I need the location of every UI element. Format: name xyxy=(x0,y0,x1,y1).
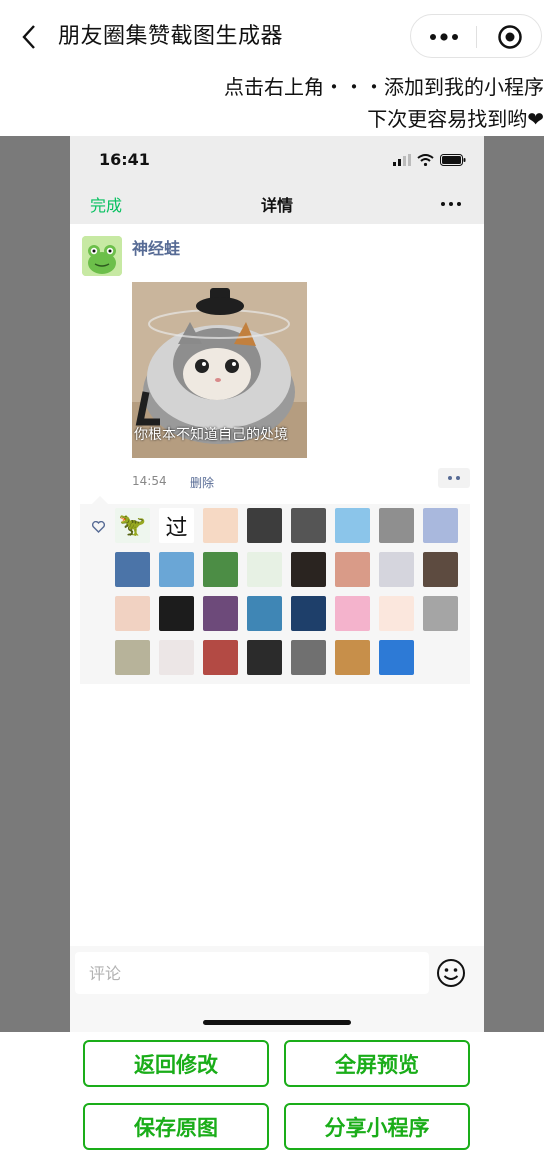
post-username[interactable]: 神经蛙 xyxy=(132,235,180,259)
back-to-edit-button[interactable]: 返回修改 xyxy=(83,1040,269,1087)
avatar-cat-ears[interactable] xyxy=(379,552,414,587)
moments-title: 详情 xyxy=(260,196,293,215)
post-avatar[interactable] xyxy=(82,236,122,276)
post-photo[interactable]: 你根本不知道自己的处境 xyxy=(132,282,307,458)
avatar-sky-photo[interactable] xyxy=(159,552,194,587)
avatar-portrait-dark[interactable] xyxy=(291,552,326,587)
wifi-icon xyxy=(417,154,434,166)
comment-bar xyxy=(70,946,484,1032)
target-close-icon xyxy=(498,25,522,49)
more-dots-icon xyxy=(441,202,461,206)
battery-icon xyxy=(440,154,466,166)
avatar-baby[interactable] xyxy=(115,596,150,631)
tip-line-2: 下次更容易找到哟❤ xyxy=(367,107,544,131)
outer-nav-bar: 朋友圈集赞截图生成器 xyxy=(0,0,544,74)
likes-panel: 🦖 过 xyxy=(80,496,470,684)
chevron-left-icon xyxy=(22,25,35,49)
more-dots-icon xyxy=(429,33,458,41)
avatar-blue-card[interactable] xyxy=(115,552,150,587)
post-action-button[interactable] xyxy=(438,468,470,488)
avatar-hand[interactable] xyxy=(379,596,414,631)
likes-avatar-grid: 🦖 过 xyxy=(115,508,458,675)
avatar-campfire[interactable] xyxy=(159,596,194,631)
avatar-forest[interactable] xyxy=(379,508,414,543)
status-icons xyxy=(393,154,466,166)
fullscreen-preview-button[interactable]: 全屏预览 xyxy=(284,1040,470,1087)
moments-more-button[interactable] xyxy=(436,194,466,214)
avatar-dino[interactable]: 🦖 xyxy=(115,508,150,543)
avatar-dark-figure[interactable] xyxy=(291,508,326,543)
back-button[interactable] xyxy=(12,18,46,56)
avatar-green-text[interactable] xyxy=(247,552,282,587)
avatar-dark-landscape[interactable] xyxy=(247,508,282,543)
avatar-cartoon-girl[interactable] xyxy=(203,508,238,543)
moments-nav-bar: 完成 详情 xyxy=(70,186,484,224)
avatar-crayon[interactable] xyxy=(335,508,370,543)
home-indicator xyxy=(203,1020,351,1025)
more-button[interactable] xyxy=(411,15,476,59)
avatar-curly-hair[interactable] xyxy=(247,640,282,675)
avatar-green[interactable] xyxy=(203,552,238,587)
heart-icon xyxy=(90,519,106,535)
two-dots-icon xyxy=(448,476,460,480)
post-time: 14:54 xyxy=(132,474,167,488)
avatar-guo-text[interactable]: 过 xyxy=(159,508,194,543)
avatar-pink-anime[interactable] xyxy=(335,596,370,631)
close-button[interactable] xyxy=(477,15,543,59)
avatar-bw-group[interactable] xyxy=(291,640,326,675)
share-miniprogram-button[interactable]: 分享小程序 xyxy=(284,1103,470,1150)
avatar-blue-girl[interactable] xyxy=(247,596,282,631)
smiley-icon xyxy=(437,959,465,987)
phone-preview: 16:41 完成 详情 神经蛙 你根本不知道自己的处境 14:54 删除 🦖 过… xyxy=(70,136,484,1032)
avatar-man-glasses[interactable] xyxy=(423,552,458,587)
avatar-anime[interactable] xyxy=(423,508,458,543)
photo-caption: 你根本不知道自己的处境 xyxy=(134,427,288,443)
status-bar: 16:41 xyxy=(70,136,484,186)
avatar-girl-photo[interactable] xyxy=(335,552,370,587)
frog-avatar-icon xyxy=(82,236,122,276)
signal-icon xyxy=(393,154,411,166)
capsule-menu xyxy=(410,14,542,58)
bottom-actions: 返回修改 全屏预览 保存原图 分享小程序 xyxy=(0,1032,544,1167)
avatar-red-hat[interactable] xyxy=(159,640,194,675)
avatar-building[interactable] xyxy=(423,596,458,631)
avatar-blue-sky[interactable] xyxy=(379,640,414,675)
delete-link[interactable]: 删除 xyxy=(190,474,214,491)
avatar-red-wall[interactable] xyxy=(203,640,238,675)
avatar-tom-cat[interactable] xyxy=(203,596,238,631)
comment-input[interactable] xyxy=(75,952,429,994)
app-title: 朋友圈集赞截图生成器 xyxy=(58,24,284,49)
tip-line-1: 点击右上角・・・添加到我的小程序 xyxy=(224,75,544,99)
save-image-button[interactable]: 保存原图 xyxy=(83,1103,269,1150)
avatar-room[interactable] xyxy=(115,640,150,675)
emoji-button[interactable] xyxy=(436,958,466,988)
avatar-anime-pair[interactable] xyxy=(335,640,370,675)
avatar-anime-boy[interactable] xyxy=(291,596,326,631)
status-time: 16:41 xyxy=(99,150,150,169)
